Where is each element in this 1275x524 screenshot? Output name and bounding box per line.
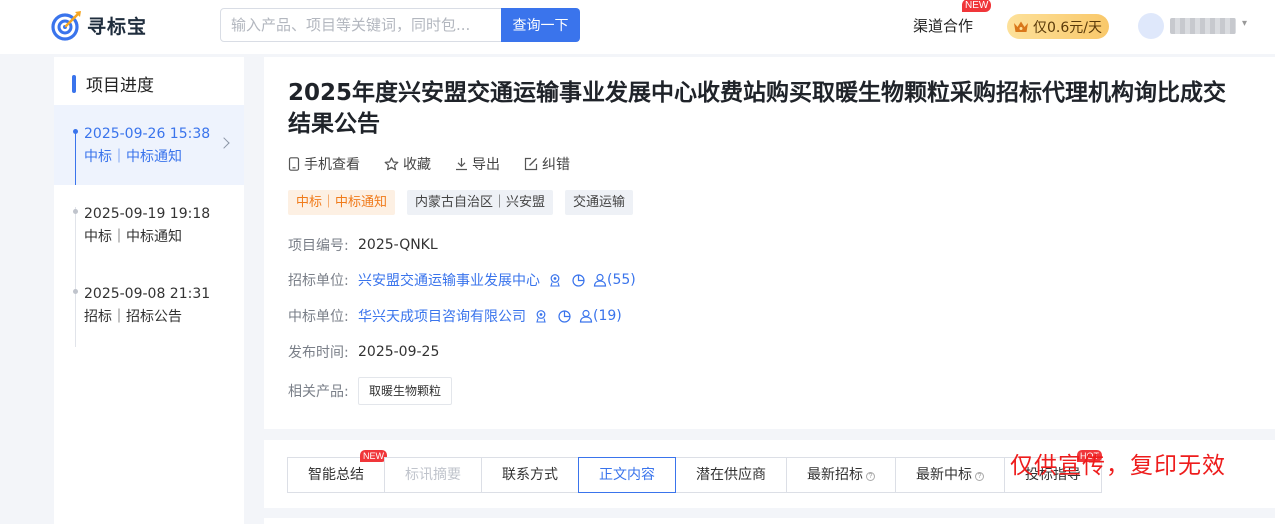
search-input[interactable] xyxy=(220,8,502,42)
tab-label: 潜在供应商 xyxy=(696,467,766,483)
region-tag[interactable]: 内蒙古自治区｜兴安盟 xyxy=(407,190,554,215)
title-accent-bar xyxy=(72,74,76,93)
watermark-text: 仅供宣传，复印无效 xyxy=(1010,453,1226,479)
timeline-datetime: 2025-09-19 19:18 xyxy=(84,206,211,222)
buyer-contacts-count[interactable]: (55) xyxy=(593,272,636,288)
status-tag[interactable]: 中标｜中标通知 xyxy=(288,190,396,215)
winner-row: 中标单位: 华兴天成项目咨询有限公司 (19) xyxy=(288,306,622,326)
publish-date-row: 发布时间: 2025-09-25 xyxy=(288,342,439,362)
person-icon xyxy=(579,309,593,323)
timeline-dot xyxy=(73,289,78,294)
timeline-item[interactable]: 2025-09-26 15:38 中标｜中标通知 xyxy=(84,123,210,169)
field-label: 发布时间: xyxy=(288,345,349,361)
phone-icon xyxy=(288,157,300,171)
field-label: 招标单位: xyxy=(288,273,349,289)
action-label: 导出 xyxy=(472,157,500,173)
top-header: 寻标宝 查询一下 渠道合作 NEW 仅0.6元/天 ▾ xyxy=(0,0,1275,54)
timeline-line xyxy=(75,207,76,347)
logo-target-icon xyxy=(51,11,81,41)
tag-list: 中标｜中标通知 内蒙古自治区｜兴安盟 交通运输 xyxy=(288,190,645,215)
project-number: 2025-QNKL xyxy=(358,237,438,253)
chevron-down-icon[interactable]: ▾ xyxy=(1242,18,1247,29)
new-badge: NEW xyxy=(962,0,992,12)
sidebar-title-text: 项目进度 xyxy=(86,76,154,96)
promo-label: 仅0.6元/天 xyxy=(1033,19,1102,36)
vip-promo-button[interactable]: 仅0.6元/天 xyxy=(1007,14,1109,39)
timeline-type: 中标｜中标通知 xyxy=(84,149,182,165)
tab-label: 最新招标 xyxy=(807,467,863,483)
tab-summary[interactable]: 标讯摘要 xyxy=(384,457,482,493)
tab-potential-suppliers[interactable]: 潜在供应商 xyxy=(675,457,787,493)
industry-tag[interactable]: 交通运输 xyxy=(565,190,634,215)
buyer-link[interactable]: 兴安盟交通运输事业发展中心 xyxy=(358,270,540,290)
action-label: 纠错 xyxy=(542,157,570,173)
export-button[interactable]: 导出 xyxy=(455,154,500,174)
timeline-item[interactable]: 2025-09-19 19:18 中标｜中标通知 xyxy=(84,203,210,249)
avatar[interactable] xyxy=(1138,13,1164,39)
star-icon xyxy=(384,157,399,171)
help-icon[interactable]: ? xyxy=(975,472,984,481)
timeline-item[interactable]: 2025-09-08 21:31 招标｜招标公告 xyxy=(84,283,210,329)
count-text: (55) xyxy=(607,272,636,288)
crown-icon xyxy=(1014,21,1028,32)
logo-text: 寻标宝 xyxy=(87,15,148,38)
publish-date: 2025-09-25 xyxy=(358,344,440,360)
field-label: 项目编号: xyxy=(288,238,349,254)
tab-latest-awards[interactable]: 最新中标? xyxy=(895,457,1005,493)
tab-label: 最新中标 xyxy=(916,467,972,483)
mobile-view-button[interactable]: 手机查看 xyxy=(288,154,360,174)
tab-bar: 智能总结 NEW 标讯摘要 联系方式 正文内容 潜在供应商 最新招标? 最新中标… xyxy=(287,450,1102,493)
tab-label: 正文内容 xyxy=(599,467,655,483)
tab-contacts[interactable]: 联系方式 xyxy=(481,457,579,493)
logo[interactable]: 寻标宝 xyxy=(51,9,147,41)
timeline-dot xyxy=(73,209,78,214)
new-badge: NEW xyxy=(360,450,387,462)
location-icon[interactable] xyxy=(548,273,562,287)
timeline-datetime: 2025-09-26 15:38 xyxy=(84,126,211,142)
field-label: 相关产品: xyxy=(288,384,349,400)
action-label: 收藏 xyxy=(403,157,431,173)
timeline-dot xyxy=(73,129,78,134)
pie-chart-icon[interactable] xyxy=(558,309,571,323)
help-icon[interactable]: ? xyxy=(866,472,875,481)
search-button[interactable]: 查询一下 xyxy=(501,8,580,42)
product-tag[interactable]: 取暖生物颗粒 xyxy=(358,377,453,405)
page-title: 2025年度兴安盟交通运输事业发展中心收费站购买取暖生物颗粒采购招标代理机构询比… xyxy=(288,80,1227,137)
tab-latest-tenders[interactable]: 最新招标? xyxy=(786,457,896,493)
timeline-datetime: 2025-09-08 21:31 xyxy=(84,286,211,302)
tab-smart-summary[interactable]: 智能总结 NEW xyxy=(287,450,387,493)
sidebar-title: 项目进度 xyxy=(72,71,154,96)
edit-icon xyxy=(524,157,538,171)
next-section-edge xyxy=(264,518,1275,524)
channel-cooperation-link[interactable]: 渠道合作 xyxy=(913,15,973,36)
pie-chart-icon[interactable] xyxy=(572,273,585,287)
username-blurred[interactable] xyxy=(1170,18,1236,34)
tab-main-content[interactable]: 正文内容 xyxy=(578,457,676,493)
count-text: (19) xyxy=(593,308,622,324)
progress-sidebar: 项目进度 2025-09-26 15:38 中标｜中标通知 2025-09-19… xyxy=(54,57,244,524)
report-error-button[interactable]: 纠错 xyxy=(524,154,570,174)
announcement-card: 2025年度兴安盟交通运输事业发展中心收费站购买取暖生物颗粒采购招标代理机构询比… xyxy=(264,57,1275,429)
related-product-row: 相关产品: 取暖生物颗粒 xyxy=(288,377,453,405)
tab-label: 标讯摘要 xyxy=(405,467,461,483)
tab-label: 智能总结 xyxy=(308,467,364,483)
download-icon xyxy=(456,158,467,171)
action-label: 手机查看 xyxy=(304,157,360,173)
timeline-type: 招标｜招标公告 xyxy=(84,309,182,325)
favorite-button[interactable]: 收藏 xyxy=(384,154,431,174)
timeline-type: 中标｜中标通知 xyxy=(84,229,182,245)
location-icon[interactable] xyxy=(534,309,548,323)
field-label: 中标单位: xyxy=(288,309,349,325)
action-bar: 手机查看 收藏 导出 纠错 xyxy=(288,154,594,174)
person-icon xyxy=(593,273,607,287)
buyer-row: 招标单位: 兴安盟交通运输事业发展中心 (55) xyxy=(288,270,636,290)
winner-link[interactable]: 华兴天成项目咨询有限公司 xyxy=(358,306,526,326)
winner-contacts-count[interactable]: (19) xyxy=(579,308,622,324)
tab-label: 联系方式 xyxy=(502,467,558,483)
timeline-line xyxy=(75,131,76,185)
project-number-row: 项目编号: 2025-QNKL xyxy=(288,235,438,255)
